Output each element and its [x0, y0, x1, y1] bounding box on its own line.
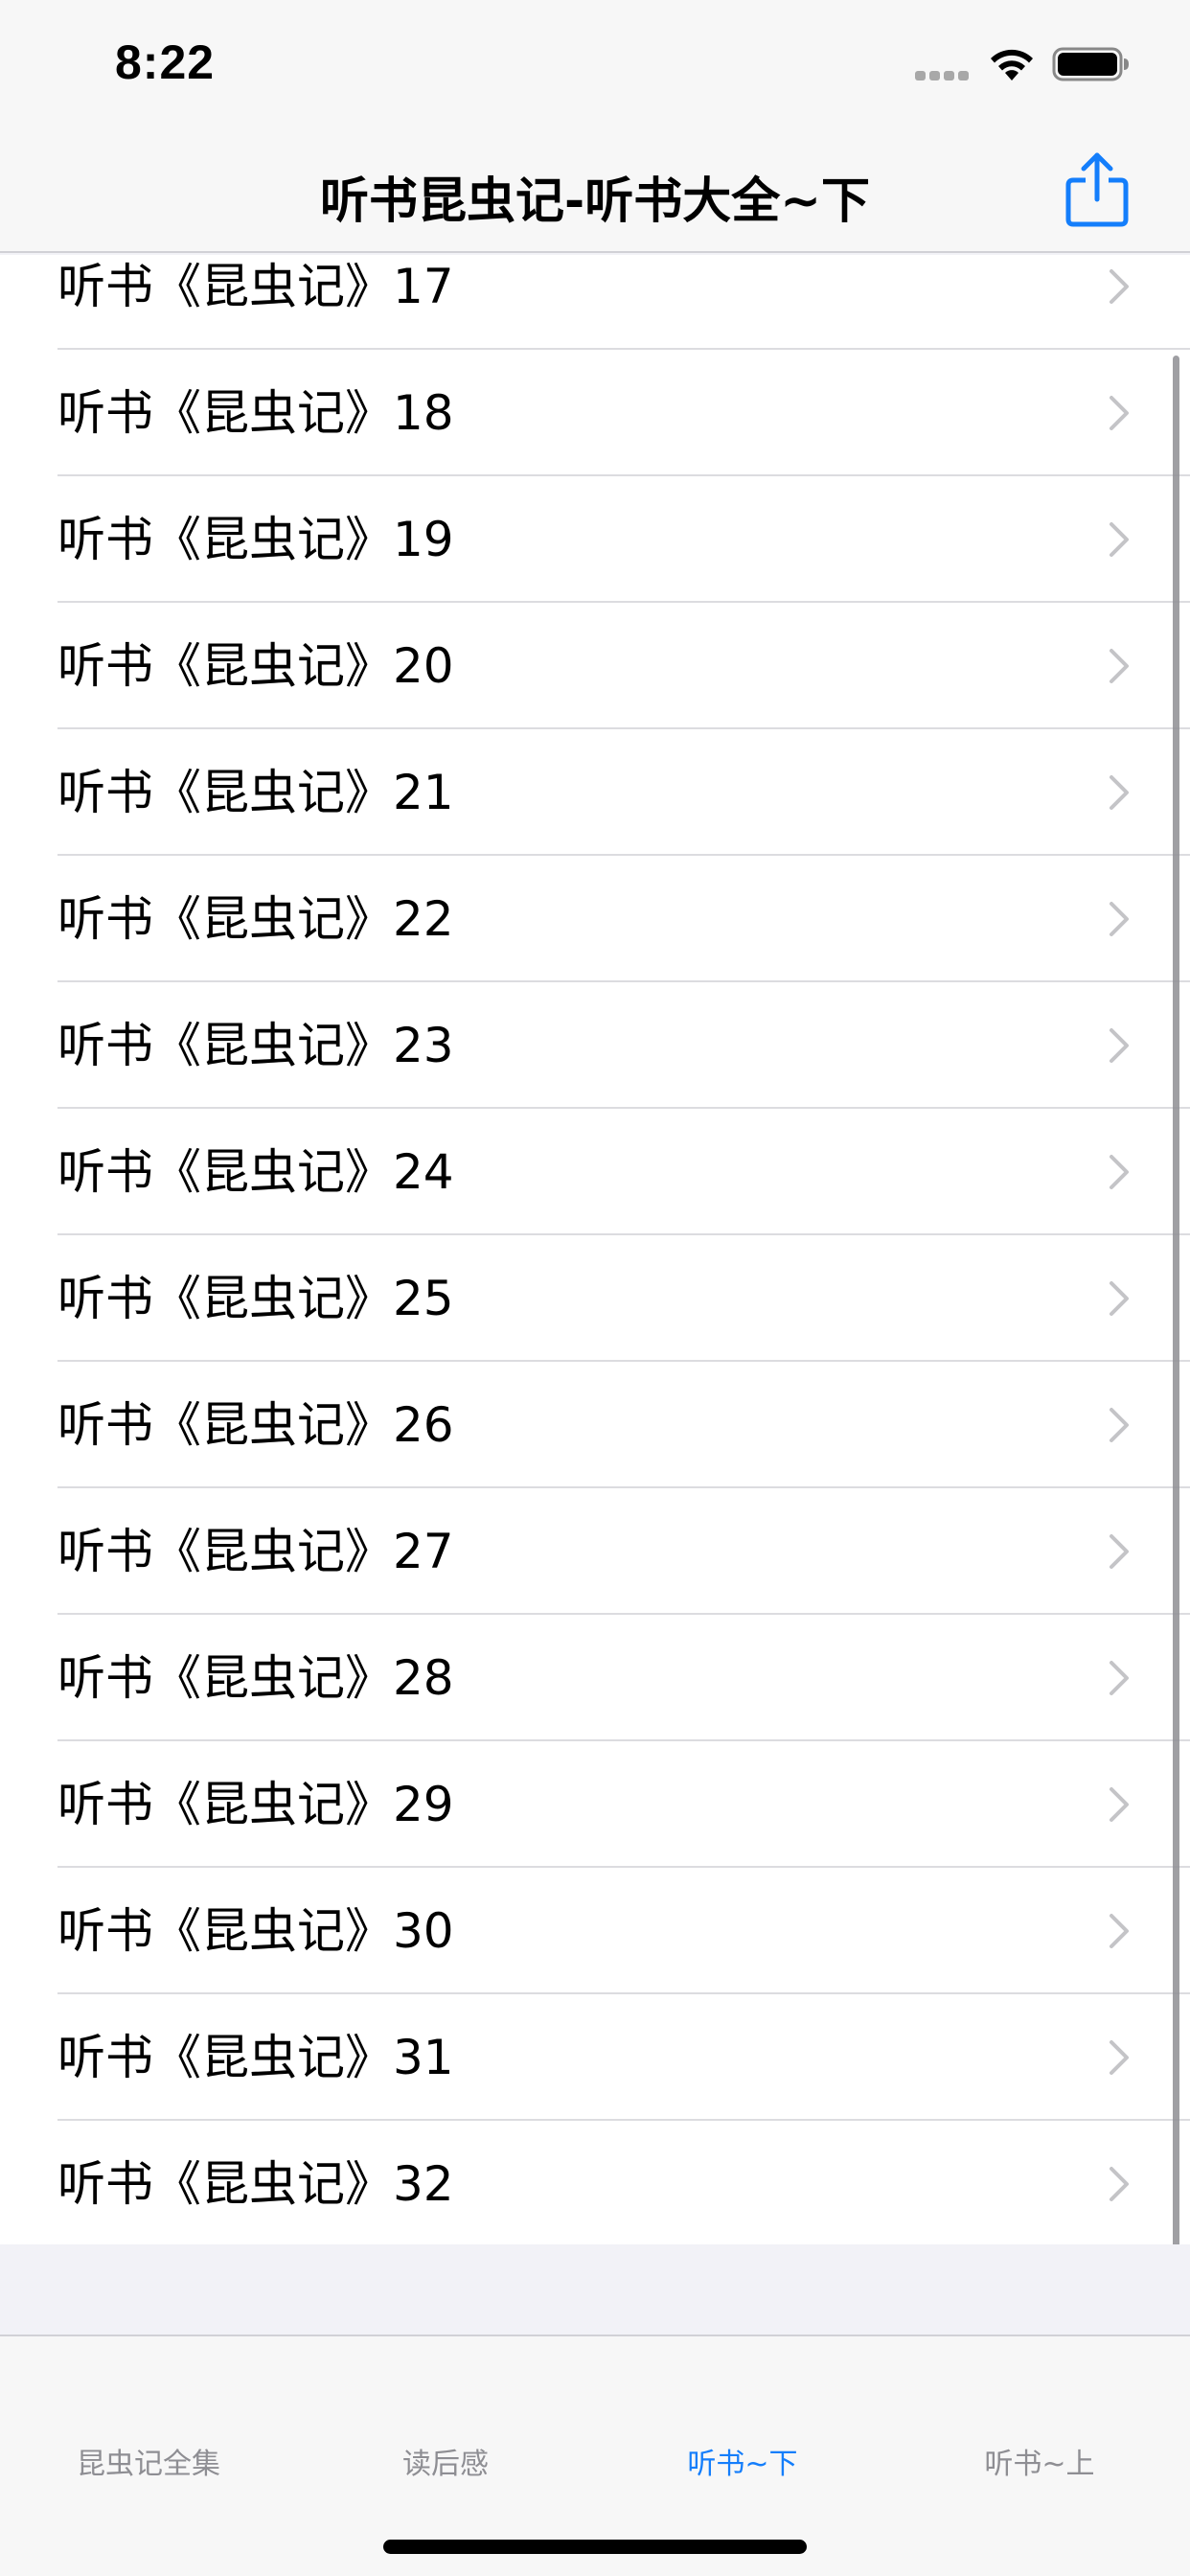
navigation-bar: 听书昆虫记-听书大全~下	[0, 126, 1190, 253]
list-item-label: 听书《昆虫记》32	[57, 2156, 454, 2212]
list-item-label: 听书《昆虫记》20	[57, 638, 454, 694]
list-item-label: 听书《昆虫记》25	[57, 1271, 454, 1326]
status-bar: 8:22	[0, 0, 1190, 126]
list-item[interactable]: 听书《昆虫记》17	[0, 255, 1190, 350]
chevron-right-icon	[1110, 269, 1129, 304]
chevron-right-icon	[1110, 1914, 1129, 1948]
list-item[interactable]: 听书《昆虫记》20	[0, 603, 1190, 729]
list-item[interactable]: 听书《昆虫记》26	[0, 1362, 1190, 1488]
list-item-label: 听书《昆虫记》23	[57, 1018, 454, 1073]
home-indicator[interactable]	[383, 2540, 807, 2554]
chevron-right-icon	[1110, 2040, 1129, 2075]
chevron-right-icon	[1110, 1661, 1129, 1695]
tab-label: 听书~下	[687, 2448, 798, 2481]
tab-collection[interactable]: 昆虫记全集	[0, 2336, 297, 2576]
list-item-label: 听书《昆虫记》31	[57, 2030, 454, 2085]
share-icon[interactable]	[1064, 151, 1131, 228]
list-item[interactable]: 听书《昆虫记》24	[0, 1109, 1190, 1235]
chevron-right-icon	[1110, 522, 1129, 557]
list-item[interactable]: 听书《昆虫记》32	[0, 2121, 1190, 2244]
chevron-right-icon	[1110, 1155, 1129, 1189]
list-item-label: 听书《昆虫记》27	[57, 1524, 454, 1579]
wifi-icon	[991, 49, 1033, 80]
list-item-label: 听书《昆虫记》22	[57, 891, 454, 947]
list-item-label: 听书《昆虫记》30	[57, 1903, 454, 1959]
tab-audiobook-part-1[interactable]: 听书~上	[891, 2336, 1188, 2576]
list-item-label: 听书《昆虫记》18	[57, 385, 454, 441]
list-item[interactable]: 听书《昆虫记》29	[0, 1741, 1190, 1868]
list-item[interactable]: 听书《昆虫记》21	[0, 729, 1190, 856]
list-item[interactable]: 听书《昆虫记》28	[0, 1615, 1190, 1741]
chevron-right-icon	[1110, 649, 1129, 683]
scrollbar[interactable]	[1173, 356, 1179, 2244]
list-item-label: 听书《昆虫记》19	[57, 512, 454, 567]
chevron-right-icon	[1110, 1787, 1129, 1822]
chevron-right-icon	[1110, 1408, 1129, 1442]
list-item-label: 听书《昆虫记》26	[57, 1397, 454, 1453]
list-item[interactable]: 听书《昆虫记》27	[0, 1488, 1190, 1615]
episode-list[interactable]: 听书《昆虫记》17 听书《昆虫记》18 听书《昆虫记》19 听书《昆虫记》20 …	[0, 255, 1190, 2244]
chevron-right-icon	[1110, 396, 1129, 430]
list-item[interactable]: 听书《昆虫记》25	[0, 1235, 1190, 1362]
tab-bar: 昆虫记全集 读后感 听书~下 听书~上	[0, 2334, 1190, 2576]
list-item-label: 听书《昆虫记》28	[57, 1650, 454, 1706]
chevron-right-icon	[1110, 1281, 1129, 1316]
list-item-label: 听书《昆虫记》29	[57, 1777, 454, 1832]
tab-label: 听书~上	[984, 2448, 1095, 2481]
cellular-signal-icon	[915, 71, 969, 80]
chevron-right-icon	[1110, 1534, 1129, 1569]
list-item[interactable]: 听书《昆虫记》23	[0, 982, 1190, 1109]
tab-label: 读后感	[402, 2448, 489, 2481]
status-time: 8:22	[115, 35, 216, 89]
list-item[interactable]: 听书《昆虫记》18	[0, 350, 1190, 476]
chevron-right-icon	[1110, 902, 1129, 936]
chevron-right-icon	[1110, 775, 1129, 810]
chevron-right-icon	[1110, 2167, 1129, 2201]
list-item[interactable]: 听书《昆虫记》30	[0, 1868, 1190, 1994]
list-item-label: 听书《昆虫记》21	[57, 765, 454, 820]
list-item[interactable]: 听书《昆虫记》31	[0, 1994, 1190, 2121]
chevron-right-icon	[1110, 1028, 1129, 1063]
battery-icon	[1052, 47, 1129, 81]
page-title: 听书昆虫记-听书大全~下	[320, 173, 870, 230]
episode-rows: 听书《昆虫记》17 听书《昆虫记》18 听书《昆虫记》19 听书《昆虫记》20 …	[0, 255, 1190, 2244]
tab-label: 昆虫记全集	[77, 2448, 220, 2481]
list-item-label: 听书《昆虫记》24	[57, 1144, 454, 1200]
list-item[interactable]: 听书《昆虫记》22	[0, 856, 1190, 982]
list-item-label: 听书《昆虫记》17	[57, 259, 454, 314]
list-item[interactable]: 听书《昆虫记》19	[0, 476, 1190, 603]
